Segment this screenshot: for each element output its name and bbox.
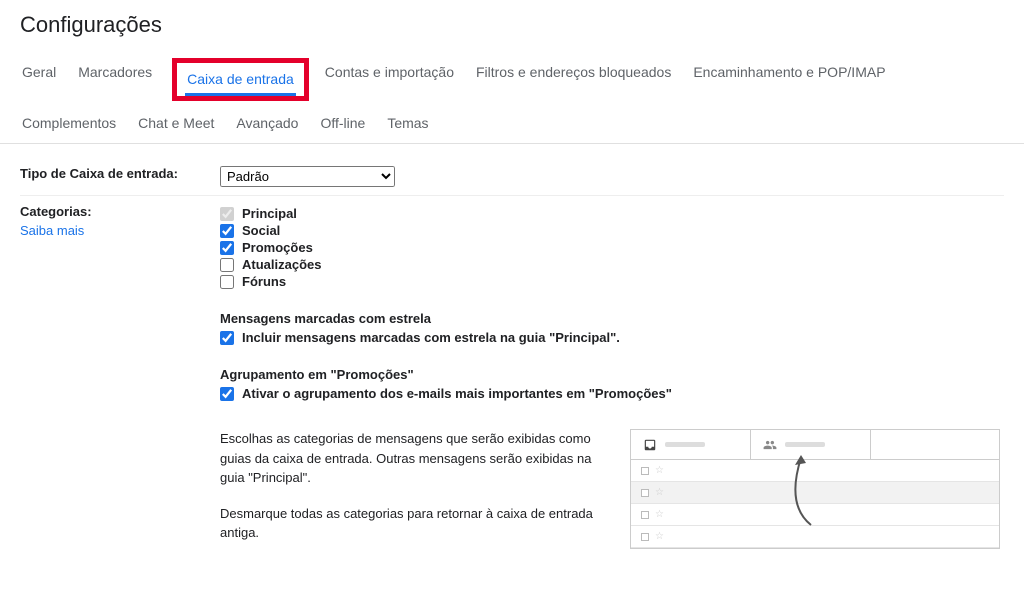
- tab-filtros[interactable]: Filtros e endereços bloqueados: [474, 58, 673, 101]
- category-principal-label: Principal: [242, 206, 297, 221]
- preview-tab-empty: [871, 430, 999, 459]
- preview-mail-row: ☆: [631, 526, 999, 548]
- preview-bar: [785, 442, 825, 447]
- highlighted-tab-box: Caixa de entrada: [172, 58, 309, 101]
- categories-description-p2: Desmarque todas as categorias para retor…: [220, 504, 610, 543]
- category-social-label: Social: [242, 223, 280, 238]
- tab-complementos[interactable]: Complementos: [20, 109, 118, 137]
- tab-chat-meet[interactable]: Chat e Meet: [136, 109, 216, 137]
- learn-more-link[interactable]: Saiba mais: [20, 223, 220, 238]
- preview-mail-row: ☆: [631, 482, 999, 504]
- include-starred-label: Incluir mensagens marcadas com estrela n…: [242, 330, 620, 345]
- categories-description-p1: Escolhas as categorias de mensagens que …: [220, 429, 610, 488]
- preview-tab-primary: [631, 430, 751, 459]
- tab-contas-importacao[interactable]: Contas e importação: [323, 58, 456, 101]
- preview-tab-social: [751, 430, 871, 459]
- tab-encaminhamento[interactable]: Encaminhamento e POP/IMAP: [691, 58, 887, 101]
- category-foruns-label: Fóruns: [242, 274, 286, 289]
- tab-caixa-de-entrada[interactable]: Caixa de entrada: [185, 65, 296, 96]
- tab-marcadores[interactable]: Marcadores: [76, 58, 154, 101]
- category-promocoes-checkbox[interactable]: [220, 241, 234, 255]
- promo-group-header: Agrupamento em "Promoções": [220, 367, 1004, 382]
- page-title: Configurações: [20, 12, 1004, 38]
- category-principal-checkbox: [220, 207, 234, 221]
- inbox-preview: ☆ ☆ ☆ ☆: [630, 429, 1000, 549]
- inbox-type-select[interactable]: Padrão: [220, 166, 395, 187]
- category-promocoes-label: Promoções: [242, 240, 313, 255]
- categories-description: Escolhas as categorias de mensagens que …: [220, 429, 610, 559]
- category-foruns-checkbox[interactable]: [220, 275, 234, 289]
- include-starred-checkbox[interactable]: [220, 331, 234, 345]
- starred-header: Mensagens marcadas com estrela: [220, 311, 1004, 326]
- category-atualizacoes-checkbox[interactable]: [220, 258, 234, 272]
- inbox-icon: [643, 438, 657, 452]
- inbox-type-label: Tipo de Caixa de entrada:: [20, 166, 220, 187]
- promo-group-label: Ativar o agrupamento dos e-mails mais im…: [242, 386, 672, 401]
- preview-bar: [665, 442, 705, 447]
- settings-tabs: Geral Marcadores Caixa de entrada Contas…: [0, 48, 1024, 144]
- tab-avancado[interactable]: Avançado: [234, 109, 300, 137]
- tab-offline[interactable]: Off-line: [318, 109, 367, 137]
- categories-label: Categorias:: [20, 204, 92, 219]
- category-social-checkbox[interactable]: [220, 224, 234, 238]
- preview-mail-row: ☆: [631, 504, 999, 526]
- tab-geral[interactable]: Geral: [20, 58, 58, 101]
- tab-temas[interactable]: Temas: [385, 109, 430, 137]
- people-icon: [763, 438, 777, 452]
- preview-mail-row: ☆: [631, 460, 999, 482]
- promo-group-checkbox[interactable]: [220, 387, 234, 401]
- category-atualizacoes-label: Atualizações: [242, 257, 321, 272]
